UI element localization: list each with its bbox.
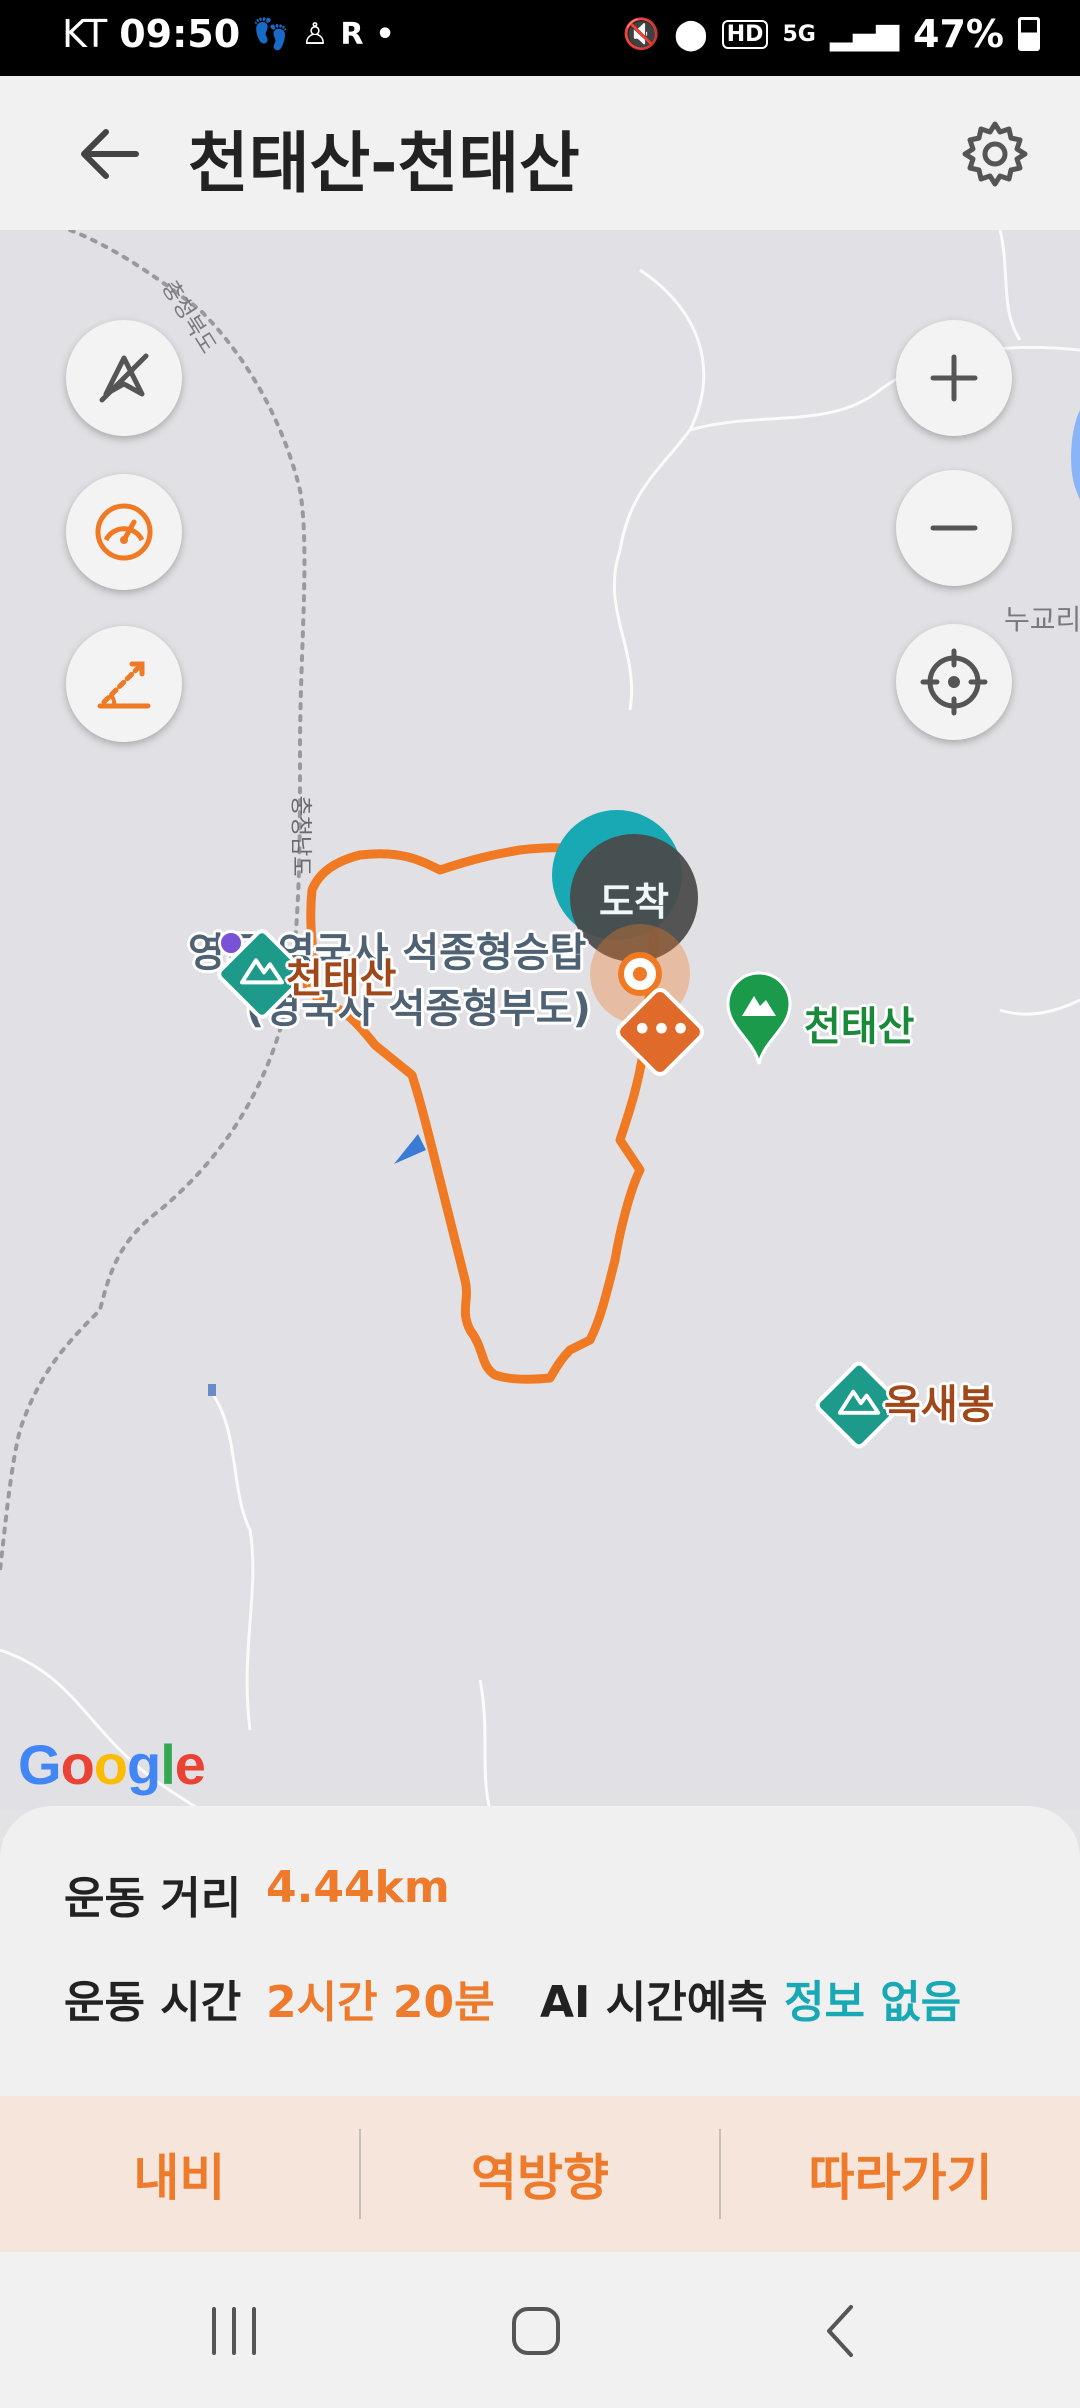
current-position-icon: [394, 1134, 426, 1164]
peak-label-cheontae-red: 천태산: [286, 956, 397, 1002]
navigate-button[interactable]: 내비: [0, 2096, 359, 2252]
hiker-icon: ♙: [301, 16, 329, 52]
mountain-icon: [240, 958, 284, 985]
reverse-button[interactable]: 역방향: [361, 2096, 720, 2252]
peak-pin-icon[interactable]: [724, 970, 794, 1066]
recent-apps-button[interactable]: [184, 2288, 284, 2374]
battery-percent: 47%: [913, 12, 1004, 56]
speedometer-icon: [95, 503, 153, 561]
slope-icon: [97, 661, 151, 709]
border-label-lower: 충청남도: [287, 795, 313, 877]
ai-time-value: 정보 없음: [784, 1977, 962, 2028]
slope-button[interactable]: [66, 626, 182, 742]
app-header: 천태산-천태산: [0, 76, 1080, 230]
map-view[interactable]: 충청북도 충청남도 누교리 도착 ••• 영국사 석종형승탑 (영국사 석종형부…: [0, 230, 1080, 1810]
back-chevron-icon: [827, 2305, 853, 2357]
clock: 09:50: [119, 12, 241, 56]
peak-label-oksae: 옥새봉: [884, 1382, 995, 1428]
arrival-label: 도착: [599, 879, 669, 924]
my-location-button[interactable]: [896, 624, 1012, 740]
info-panel: 운동 거리 4.44km 운동 시간 2시간 20분 AI 시간예측 정보 없음: [0, 1806, 1080, 2096]
battery-icon: [1018, 17, 1040, 51]
location-icon: ⬤: [674, 16, 708, 52]
footprints-icon: 👣: [252, 16, 290, 52]
place-label-nugyo: 누교리: [1004, 603, 1080, 636]
r-app-icon: R: [340, 16, 364, 52]
zoom-in-icon: [930, 354, 978, 402]
distance-label: 운동 거리: [64, 1873, 242, 1924]
system-nav-bar: [0, 2252, 1080, 2408]
follow-button[interactable]: 따라가기: [721, 2096, 1080, 2252]
home-button[interactable]: [486, 2288, 586, 2374]
gear-icon: [962, 121, 1028, 187]
home-icon: [512, 2307, 560, 2355]
action-bar: 내비 역방향 따라가기: [0, 2096, 1080, 2252]
back-button[interactable]: [60, 112, 156, 196]
speedometer-button[interactable]: [66, 474, 182, 590]
time-value: 2시간 20분: [266, 1977, 495, 2028]
distance-value: 4.44km: [266, 1862, 450, 1913]
settings-button[interactable]: [950, 112, 1040, 196]
ai-time-label: AI 시간예측: [540, 1977, 768, 2028]
zoom-out-icon: [930, 525, 978, 531]
system-back-button[interactable]: [790, 2288, 890, 2374]
mountain-icon: [837, 1389, 881, 1415]
time-label: 운동 시간: [64, 1977, 242, 2028]
compass-off-button[interactable]: [66, 320, 182, 436]
status-bar: KT 09:50 👣 ♙ R • 🔇 ⬤ HD 5G ▂▄▆ 47%: [0, 0, 1080, 76]
arrow-left-icon: [81, 129, 139, 179]
signal-icon: ▂▄▆: [829, 16, 900, 52]
hd-voice-icon: HD: [721, 19, 769, 49]
zoom-in-button[interactable]: [896, 320, 1012, 436]
peak-label-cheontae-green: 천태산: [804, 1004, 915, 1050]
network-5g-icon: 5G: [782, 21, 816, 47]
more-dots-icon: •••: [632, 1012, 691, 1048]
recent-apps-icon: [212, 2307, 256, 2355]
compass-off-icon: [99, 353, 149, 403]
zoom-out-button[interactable]: [896, 470, 1012, 586]
google-logo: Google: [18, 1733, 206, 1796]
page-title: 천태산-천태산: [188, 125, 580, 202]
map-pin-small: [208, 1384, 216, 1396]
carrier-label: KT: [62, 12, 108, 56]
dot-icon: •: [375, 16, 395, 52]
my-location-icon: [920, 648, 988, 716]
mute-icon: 🔇: [622, 16, 661, 52]
